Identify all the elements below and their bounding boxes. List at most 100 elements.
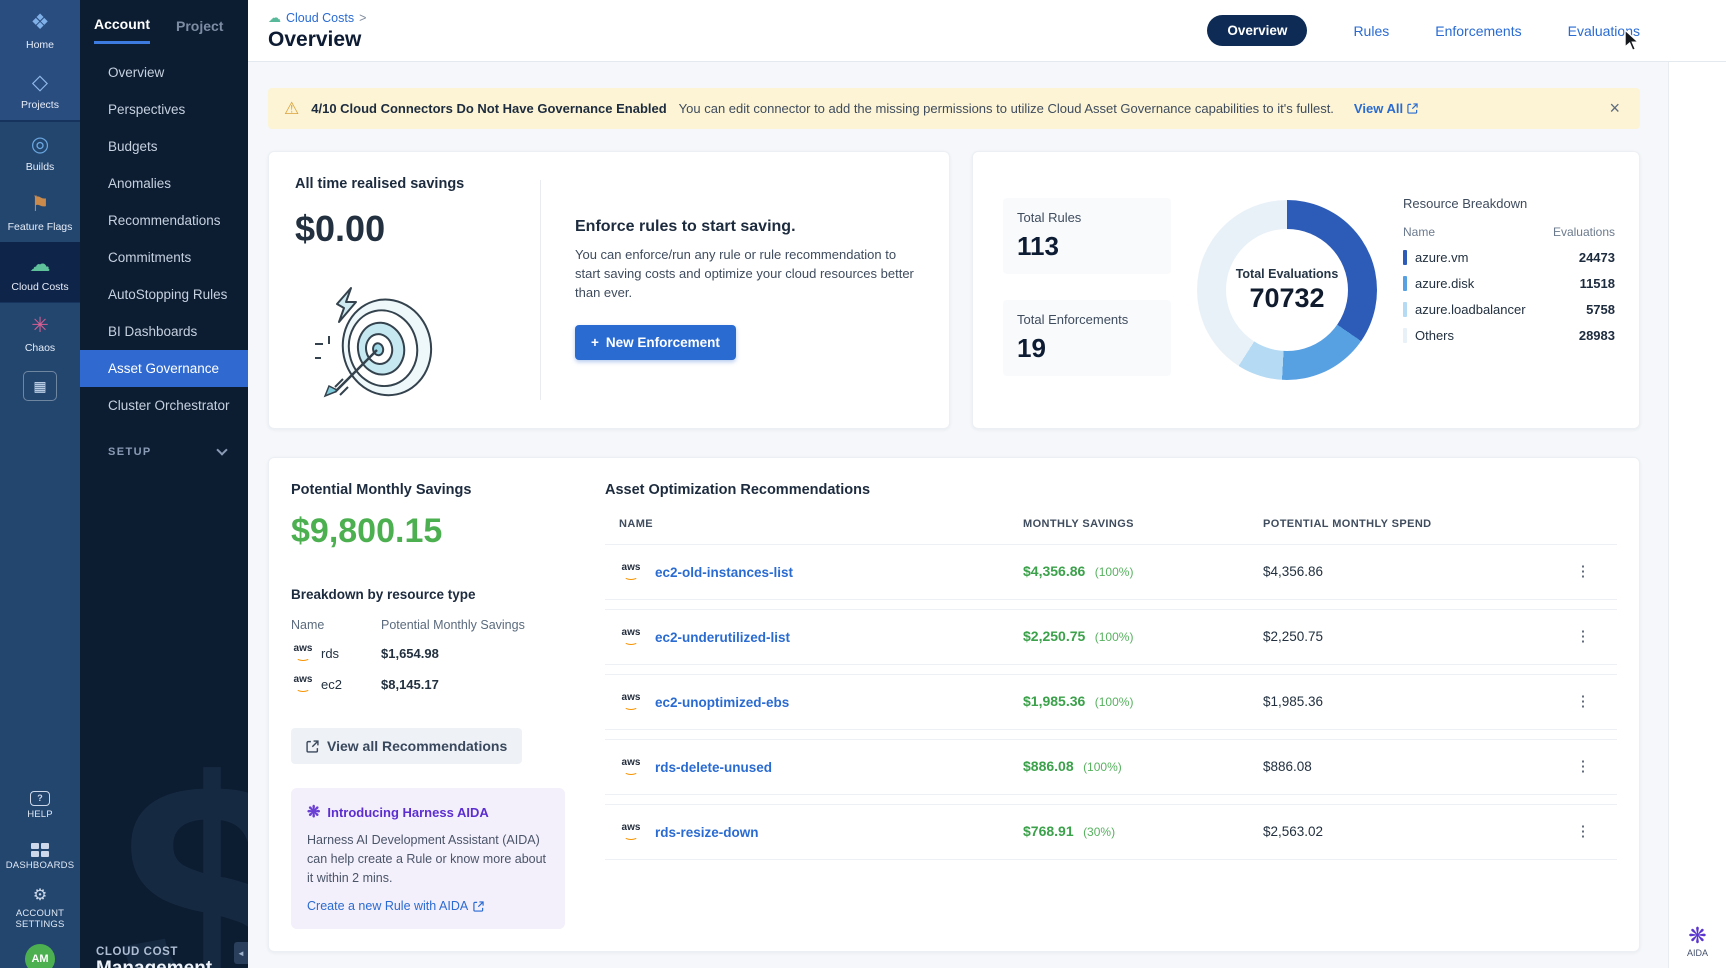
recommendation-row: aws ec2-underutilized-list $2,250.75 (10… [605,609,1617,665]
recommendation-link[interactable]: ec2-underutilized-list [655,630,790,645]
breakdown-row: Others 28983 [1403,328,1615,343]
cloud-costs-sidebar: Account Project Overview Perspectives Bu… [80,0,248,968]
module-feature-flags[interactable]: ⚑ Feature Flags [0,182,80,242]
row-menu-button[interactable]: ⋮ [1570,754,1597,779]
module-selector-button[interactable]: ▦ [23,371,57,401]
nav-evaluations[interactable]: Evaluations [1568,23,1640,39]
module-chaos[interactable]: ✳ Chaos [0,302,80,363]
sidebar-menu-item[interactable]: AutoStopping Rules [80,276,248,313]
dollar-watermark: $ [119,733,248,968]
nav-overview[interactable]: Overview [1207,15,1307,46]
sidebar-collapse-button[interactable]: ◄ [234,942,248,964]
product-sublabel: Management [96,958,212,968]
module-rail: ❖ Home ◇ Projects ◎ Builds ⚑ Feature Fla… [0,0,80,968]
sidebar-menu-item[interactable]: Anomalies [80,165,248,202]
resource-type-row: aws rds $1,654.98 [291,643,565,663]
aida-assistant-button[interactable]: ❋ AIDA [1669,925,1726,958]
page-header: ☁ Cloud Costs > Overview Overview Rules … [248,0,1726,62]
create-rule-with-aida-link[interactable]: Create a new Rule with AIDA [307,899,484,913]
external-link-icon [1407,103,1418,114]
external-link-icon [306,740,319,753]
external-link-icon [473,901,484,912]
savings-percent: (100%) [1095,630,1134,644]
sidebar-menu-item[interactable]: Recommendations [80,202,248,239]
recommendation-row: aws rds-resize-down $768.91 (30%) $2,563… [605,804,1617,860]
harness-logo-icon: ❖ [2,10,78,36]
aida-promo-card: ❋ Introducing Harness AIDA Harness AI De… [291,788,565,929]
sidebar-menu-item[interactable]: Commitments [80,239,248,276]
row-menu-button[interactable]: ⋮ [1570,819,1597,844]
sidebar-menu-item[interactable]: Asset Governance [80,350,248,387]
flag-icon: ⚑ [2,192,78,218]
dartboard-illustration [299,282,449,410]
sidebar-menu-item[interactable]: Perspectives [80,91,248,128]
nav-rules[interactable]: Rules [1353,23,1389,39]
aws-icon: aws [619,562,643,582]
page-title: Overview [268,28,366,52]
help-button[interactable]: ? HELP [0,780,80,828]
recommendation-link[interactable]: ec2-old-instances-list [655,565,793,580]
legend-swatch [1403,328,1407,343]
close-icon[interactable]: × [1605,98,1624,119]
total-enforcements-stat: Total Enforcements 19 [1003,300,1171,376]
cta-message: You can enforce/run any rule or rule rec… [575,246,920,303]
potential-spend-value: $4,356.86 [1263,564,1323,579]
all-time-savings-card: All time realised savings $0.00 [268,151,950,429]
resource-type-row: aws ec2 $8,145.17 [291,674,565,694]
tab-account[interactable]: Account [94,16,150,44]
savings-percent: (100%) [1095,695,1134,709]
savings-percent: (30%) [1083,825,1115,839]
aws-icon: aws [291,674,315,694]
module-home[interactable]: ❖ Home [0,0,80,60]
sidebar-menu-item[interactable]: Cluster Orchestrator [80,387,248,424]
sidebar-menu-item[interactable]: Overview [80,54,248,91]
aws-icon: aws [619,692,643,712]
harness-app: ❖ Home ◇ Projects ◎ Builds ⚑ Feature Fla… [0,0,1726,968]
aws-icon: aws [619,822,643,842]
all-time-savings-amount: $0.00 [295,208,540,250]
recommendation-row: aws rds-delete-unused $886.08 (100%) $88… [605,739,1617,795]
breakdown-row: azure.loadbalancer 5758 [1403,302,1615,317]
aws-icon: aws [619,757,643,777]
view-all-connectors-link[interactable]: View All [1354,101,1418,116]
new-enforcement-button[interactable]: + New Enforcement [575,325,736,360]
aida-flower-icon: ❋ [1669,925,1726,947]
sidebar-menu-item[interactable]: Budgets [80,128,248,165]
monthly-savings-value: $886.08 [1023,758,1074,774]
potential-monthly-savings-amount: $9,800.15 [291,512,565,551]
aws-icon: aws [291,643,315,663]
row-menu-button[interactable]: ⋮ [1570,689,1597,714]
grid-icon: ▦ [33,378,46,395]
total-evaluations-value: 70732 [1249,283,1324,314]
utility-rail: ❋ AIDA [1668,62,1726,968]
row-menu-button[interactable]: ⋮ [1570,559,1597,584]
nav-enforcements[interactable]: Enforcements [1435,23,1521,39]
user-avatar[interactable]: AM [25,944,55,968]
module-projects[interactable]: ◇ Projects [0,60,80,120]
total-rules-value: 113 [1017,231,1157,262]
account-settings-button[interactable]: ⚙ ACCOUNT SETTINGS [0,879,80,938]
sidebar-menu-item[interactable]: BI Dashboards [80,313,248,350]
recommendation-link[interactable]: rds-resize-down [655,825,759,840]
aida-flower-icon: ❋ [307,802,320,822]
total-rules-stat: Total Rules 113 [1003,198,1171,274]
module-cloud-costs[interactable]: ☁$ Cloud Costs [0,242,80,302]
module-builds[interactable]: ◎ Builds [0,121,80,182]
plus-icon: + [591,335,599,350]
setup-section-toggle[interactable]: SETUP [80,446,248,458]
recommendation-link[interactable]: ec2-unoptimized-ebs [655,695,789,710]
row-menu-button[interactable]: ⋮ [1570,624,1597,649]
view-all-recommendations-button[interactable]: View all Recommendations [291,728,522,764]
potential-spend-value: $886.08 [1263,759,1312,774]
asset-optimization-table: Asset Optimization Recommendations NAME … [605,482,1617,929]
monthly-savings-value: $4,356.86 [1023,563,1085,579]
legend-swatch [1403,250,1407,265]
tab-project[interactable]: Project [176,18,223,43]
tiles-icon [2,836,78,857]
breakdown-row: azure.disk 11518 [1403,276,1615,291]
potential-spend-value: $2,563.02 [1263,824,1323,839]
dashboards-button[interactable]: DASHBOARDS [0,828,80,879]
recommendation-link[interactable]: rds-delete-unused [655,760,772,775]
aws-icon: aws [619,627,643,647]
breadcrumb[interactable]: ☁ Cloud Costs > [268,10,366,26]
